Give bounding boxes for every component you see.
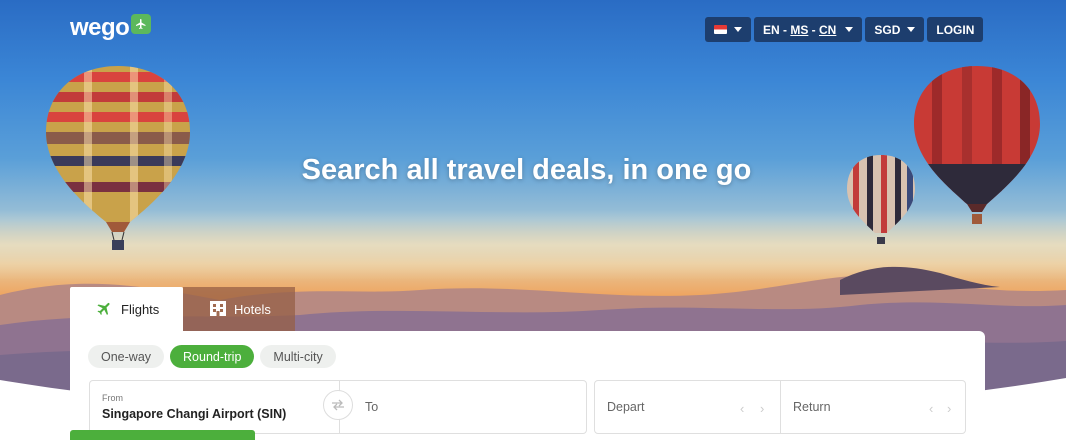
chevron-down-icon [907,27,916,32]
top-navigation: EN - MS - CN SGD LOGIN [705,17,984,42]
airplane-icon [96,300,113,320]
currency-label: SGD [874,22,901,37]
green-action-bar[interactable] [70,430,255,440]
to-field[interactable]: To [339,381,586,433]
language-ms: MS [790,22,809,37]
currency-selector[interactable]: SGD [865,17,925,42]
hero-headline: Search all travel deals, in one go [301,154,752,186]
swap-arrows-icon [332,399,344,411]
login-button[interactable]: LOGIN [927,17,984,42]
return-field[interactable]: Return ‹ › [780,381,965,433]
singapore-flag-icon [714,25,727,34]
chevron-down-icon [845,27,854,32]
building-icon [210,300,226,319]
swap-airports-button[interactable] [323,390,353,420]
chevron-left-icon[interactable]: ‹ [929,401,933,416]
balloon-right-icon [914,66,1040,224]
tab-hotels-label: Hotels [234,302,271,317]
tab-flights[interactable]: Flights [70,287,183,332]
trip-type-round-trip[interactable]: Round-trip [170,345,255,368]
language-en: EN [763,22,780,37]
dates-group: Depart ‹ › Return ‹ › [594,380,966,434]
wego-logo[interactable]: wego [70,14,152,42]
trip-type-multi-city[interactable]: Multi-city [260,345,336,368]
logo-airplane-icon [131,14,152,34]
language-selector[interactable]: EN - MS - CN [754,17,863,42]
from-label: From [102,393,123,403]
from-field[interactable]: From Singapore Changi Airport (SIN) [90,381,339,433]
from-value: Singapore Changi Airport (SIN) [102,407,287,421]
language-separator: - [808,22,820,37]
chevron-right-icon[interactable]: › [760,401,764,416]
depart-field[interactable]: Depart ‹ › [595,381,780,433]
to-placeholder: To [365,400,379,414]
chevron-right-icon[interactable]: › [947,401,951,416]
logo-text: wego [70,14,130,41]
tab-hotels[interactable]: Hotels [183,287,295,332]
country-selector[interactable] [705,17,751,42]
language-separator: - [779,22,791,37]
chevron-left-icon[interactable]: ‹ [740,401,744,416]
language-cn: CN [819,22,837,37]
trip-type-one-way[interactable]: One-way [88,345,165,368]
depart-placeholder: Depart [607,400,645,414]
chevron-down-icon [734,27,742,32]
trip-type-selector: One-way Round-trip Multi-city [88,345,336,368]
return-placeholder: Return [793,400,831,414]
tab-flights-label: Flights [121,302,160,317]
